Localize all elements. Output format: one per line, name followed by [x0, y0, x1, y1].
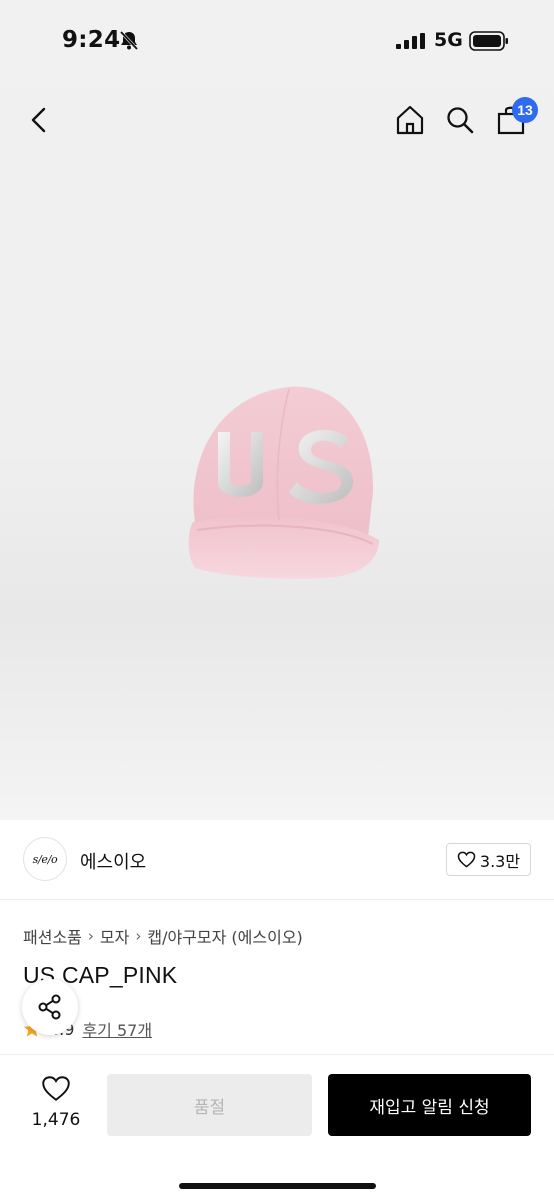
brand-row: s/e/o 에스이오 3.3만 — [0, 820, 554, 900]
chevron-right-icon: › — [87, 927, 94, 945]
home-button[interactable] — [390, 100, 430, 140]
brand-name[interactable]: 에스이오 — [80, 848, 146, 874]
wishlist-count: 1,476 — [31, 1110, 81, 1130]
back-button[interactable] — [20, 100, 60, 140]
brand-like-button[interactable]: 3.3만 — [446, 843, 531, 876]
home-indicator — [179, 1183, 376, 1189]
heart-icon — [42, 1076, 70, 1101]
cap-image — [188, 386, 379, 579]
share-button[interactable] — [22, 979, 78, 1035]
home-icon — [396, 105, 424, 135]
breadcrumb-item[interactable]: 모자 — [100, 924, 129, 948]
bottom-action-bar: 1,476 품절 재입고 알림 신청 — [0, 1054, 554, 1200]
breadcrumb: 패션소품 › 모자 › 캡/야구모자 (에스이오) — [23, 924, 303, 948]
chevron-right-icon: › — [135, 927, 142, 945]
cart-button[interactable]: 13 — [491, 97, 538, 140]
brand-like-count: 3.3만 — [479, 851, 521, 871]
network-label: 5G — [434, 29, 463, 51]
share-icon — [38, 994, 61, 1020]
heart-icon — [457, 851, 476, 868]
search-icon — [447, 107, 474, 134]
breadcrumb-item[interactable]: 패션소품 — [23, 924, 82, 948]
brand-logo[interactable]: s/e/o — [23, 837, 67, 881]
signal-icon — [396, 33, 425, 49]
back-icon — [31, 107, 46, 133]
restock-alert-button[interactable]: 재입고 알림 신청 — [328, 1074, 531, 1136]
status-time: 9:24 — [62, 27, 121, 53]
search-button[interactable] — [440, 100, 480, 140]
soldout-button: 품절 — [107, 1074, 312, 1136]
battery-icon — [469, 31, 508, 51]
review-link[interactable]: 후기 57개 — [82, 1017, 152, 1041]
bell-off-icon — [119, 30, 139, 51]
wishlist-button[interactable]: 1,476 — [25, 1075, 87, 1130]
breadcrumb-item[interactable]: 캡/야구모자 (에스이오) — [147, 924, 302, 948]
status-bar: 9:24 5G — [0, 0, 554, 84]
cart-count-badge: 13 — [512, 97, 538, 123]
brand-logo-text: s/e/o — [32, 852, 58, 866]
